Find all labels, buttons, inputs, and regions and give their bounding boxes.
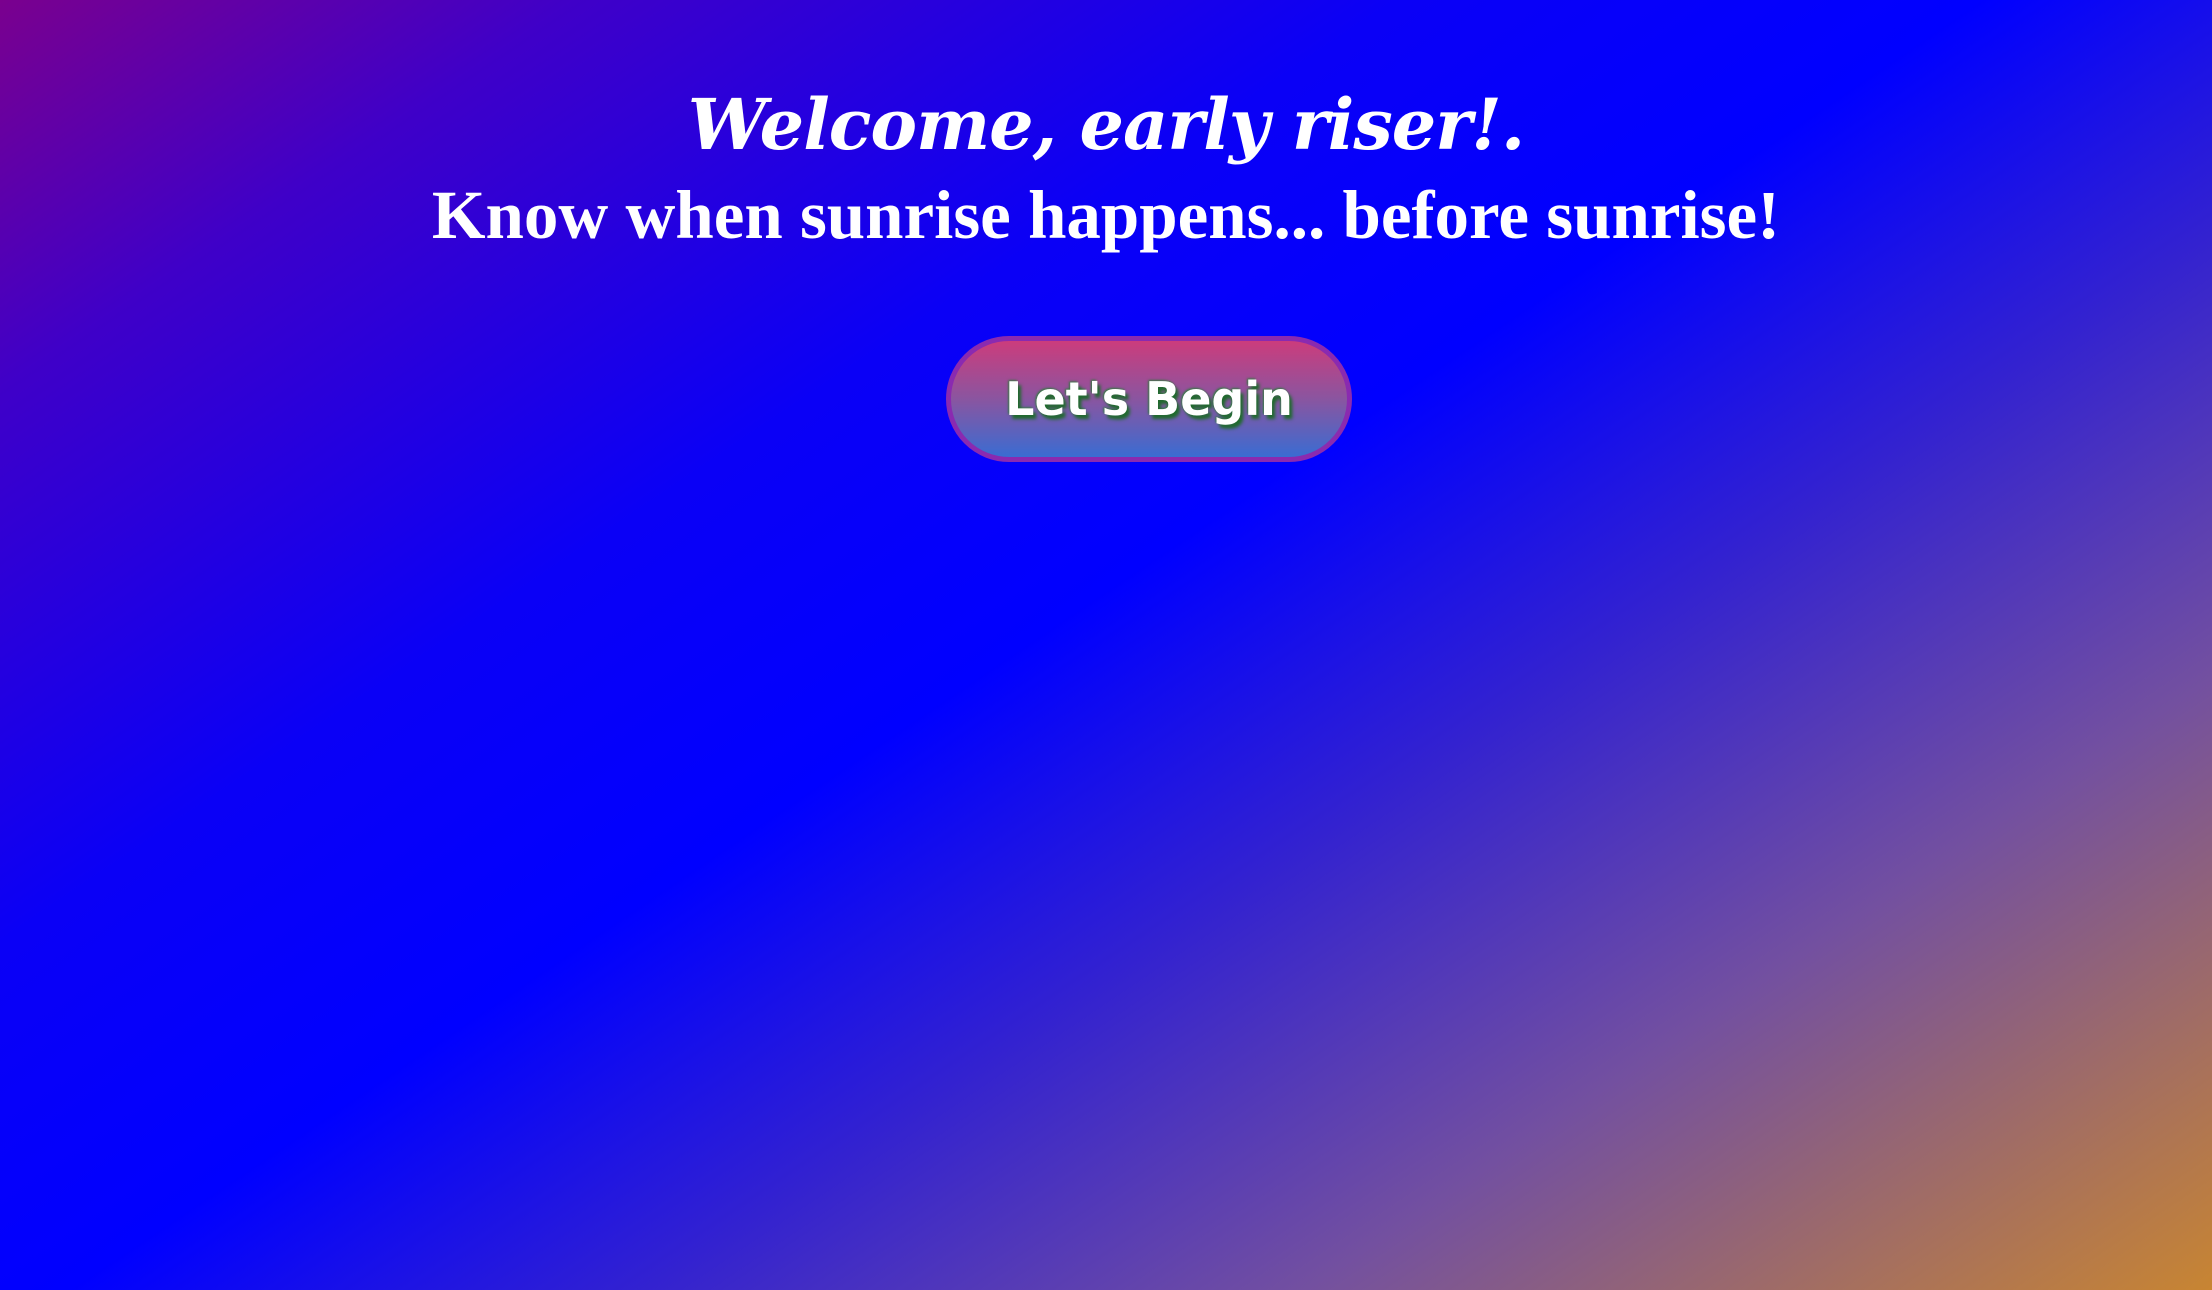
lets-begin-label: Let's Begin (1005, 372, 1293, 426)
welcome-page: Welcome, early riser!. Know when sunrise… (0, 0, 2212, 1290)
welcome-heading: Welcome, early riser!. (687, 83, 1526, 166)
lets-begin-button[interactable]: Let's Begin (946, 336, 1352, 462)
tagline-heading: Know when sunrise happens... before sunr… (431, 177, 1781, 253)
